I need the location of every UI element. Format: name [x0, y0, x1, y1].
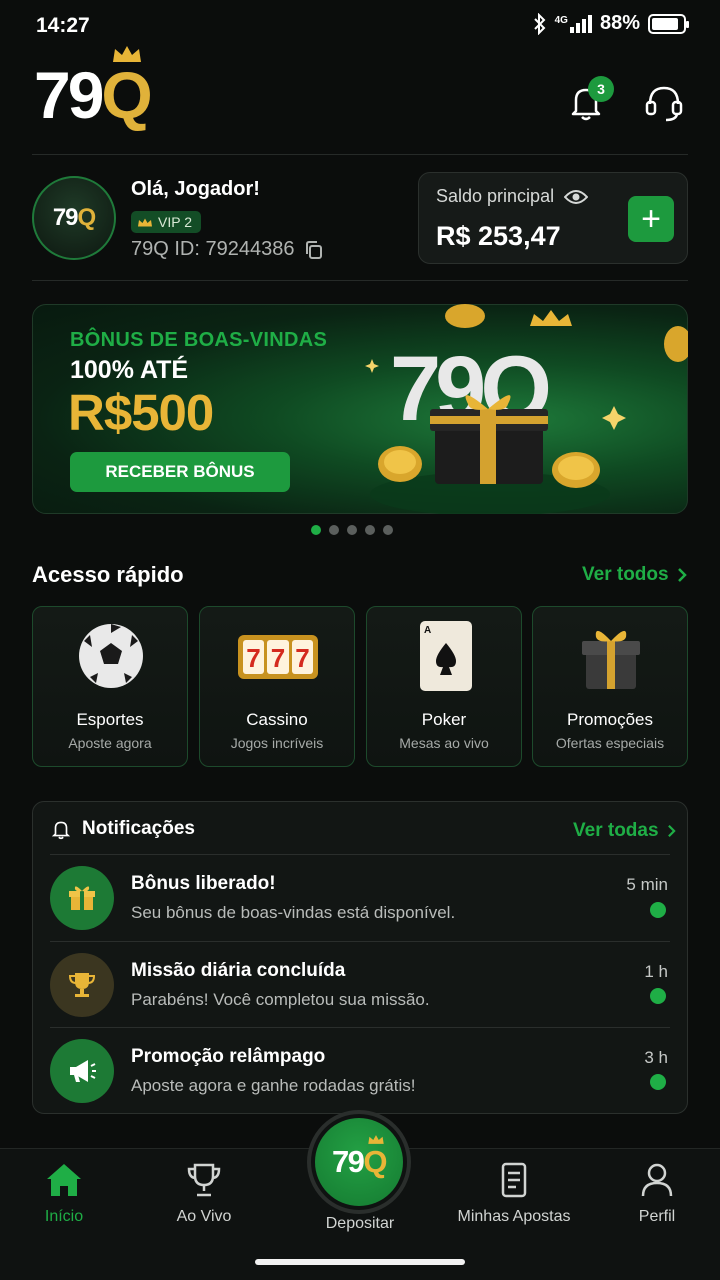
notifications-divider [50, 941, 670, 942]
notification-time: 5 min [626, 875, 668, 894]
vip-badge: VIP 2 [131, 211, 201, 233]
crown-icon [113, 46, 142, 62]
quick-access-promotions[interactable]: Promoções Ofertas especiais [532, 606, 688, 767]
notification-count-badge: 3 [588, 76, 614, 102]
profile-divider [32, 280, 688, 281]
crown-icon [138, 218, 152, 226]
notifications-divider [50, 1027, 670, 1028]
gift-box-icon [582, 630, 640, 689]
nav-item-my-bets[interactable]: Minhas Apostas [444, 1162, 584, 1226]
notifications-title: Notificações [50, 818, 195, 840]
nav-item-home[interactable]: Início [0, 1162, 134, 1226]
notification-title[interactable]: Bônus liberado! [131, 873, 276, 895]
svg-text:7: 7 [295, 643, 309, 673]
quick-access-poker[interactable]: A Poker Mesas ao vivo [366, 606, 522, 767]
nav-item-profile[interactable]: Perfil [587, 1162, 720, 1226]
deposit-button[interactable]: 79 Q [307, 1110, 411, 1214]
carousel-dot[interactable] [311, 525, 321, 535]
nav-label: Início [44, 1208, 84, 1225]
notifications-see-all-link[interactable]: Ver todas [573, 820, 676, 842]
logo-letter: Q [101, 46, 153, 128]
nav-label: Minhas Apostas [457, 1208, 571, 1225]
logo-digits: 79 [34, 58, 104, 132]
balance-label: Saldo principal [436, 186, 589, 207]
eye-icon[interactable] [564, 189, 589, 205]
notification-time: 1 h [644, 962, 668, 981]
home-indicator[interactable] [255, 1259, 465, 1265]
notification-trophy-icon [50, 953, 114, 1017]
notification-desc: Aposte agora e ganhe rodadas grátis! [131, 1076, 416, 1095]
home-icon [47, 1164, 81, 1196]
notification-desc: Seu bônus de boas-vindas está disponível… [131, 903, 456, 922]
quick-access-sports[interactable]: Esportes Aposte agora [32, 606, 188, 767]
notification-title[interactable]: Promoção relâmpago [131, 1046, 325, 1068]
balance-value: R$ 253,47 [436, 221, 561, 251]
quick-access-casino[interactable]: 7 7 7 Cassino Jogos incríveis [199, 606, 355, 767]
avatar-logo: 79Q [52, 204, 96, 231]
quick-access-sublabel: Ofertas especiais [555, 735, 665, 751]
bluetooth-icon [533, 12, 546, 35]
quick-access-title: Acesso rápido [32, 562, 184, 587]
app-logo[interactable]: 79 Q [34, 46, 153, 132]
quick-access-label: Esportes [76, 710, 144, 729]
quick-access-label: Poker [421, 710, 467, 729]
receive-bonus-button[interactable]: RECEBER BÔNUS [70, 452, 290, 492]
notification-gift-icon [50, 866, 114, 930]
status-icons: 4G 88% [533, 12, 689, 35]
trophy-icon [187, 1163, 221, 1197]
nav-label: Perfil [638, 1208, 676, 1225]
deposit-label[interactable]: Depositar [300, 1215, 420, 1233]
quick-access-see-all-link[interactable]: Ver todos [582, 564, 687, 586]
user-id: 79Q ID: 79244386 [131, 238, 324, 261]
svg-text:7: 7 [271, 643, 285, 673]
header-divider [32, 154, 688, 155]
status-time: 14:27 [36, 14, 90, 37]
headset-support-icon[interactable] [642, 80, 686, 124]
banner-amount: R$500 [68, 384, 214, 441]
quick-access-label: Cassino [246, 710, 308, 729]
copy-icon[interactable] [304, 240, 324, 260]
carousel-dot[interactable] [329, 525, 339, 535]
quick-access-sublabel: Mesas ao vivo [399, 735, 489, 751]
quick-access-sublabel: Aposte agora [68, 735, 152, 751]
chevron-right-icon [677, 568, 687, 582]
quick-access-sublabel: Jogos incríveis [230, 735, 324, 751]
carousel-dots [311, 525, 393, 535]
chevron-right-icon [667, 824, 676, 838]
battery-percent: 88% [599, 12, 640, 34]
quick-access-label: Promoções [567, 710, 653, 729]
svg-text:7: 7 [246, 643, 260, 673]
user-icon [641, 1163, 673, 1197]
notification-title[interactable]: Missão diária concluída [131, 960, 345, 982]
crown-icon [368, 1135, 384, 1144]
notification-time: 3 h [644, 1048, 668, 1067]
unread-dot [650, 988, 666, 1004]
carousel-dot[interactable] [365, 525, 375, 535]
notification-desc: Parabéns! Você completou sua missão. [131, 990, 430, 1009]
receipt-icon [501, 1162, 527, 1198]
battery-icon [648, 13, 689, 34]
notification-megaphone-icon [50, 1039, 114, 1103]
playing-card-icon: A [420, 621, 472, 691]
add-funds-button[interactable]: + [628, 196, 674, 242]
banner-subtitle: BÔNUS DE BOAS-VINDAS [70, 329, 328, 351]
slot-machine-icon: 7 7 7 [238, 635, 318, 679]
deposit-logo: 79 Q [315, 1118, 403, 1206]
avatar[interactable]: 79Q [32, 176, 116, 260]
banner-art: 79Q [365, 304, 688, 514]
carousel-dot[interactable] [383, 525, 393, 535]
unread-dot [650, 1074, 666, 1090]
nav-label: Ao Vivo [176, 1208, 232, 1225]
svg-text:A: A [424, 625, 431, 636]
notifications-divider [50, 854, 670, 855]
carousel-dot[interactable] [347, 525, 357, 535]
network-icon: 4G [555, 14, 592, 33]
banner-title: 100% ATÉ [70, 356, 189, 384]
unread-dot [650, 902, 666, 918]
bell-icon [51, 821, 71, 840]
nav-item-live[interactable]: Ao Vivo [134, 1162, 274, 1226]
soccer-ball-icon [79, 624, 143, 688]
greeting-text: Olá, Jogador! [131, 178, 260, 200]
